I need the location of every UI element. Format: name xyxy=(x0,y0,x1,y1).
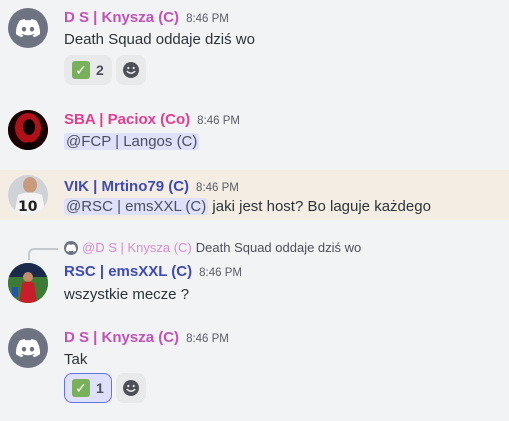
message-header: D S | Knysza (C) 8:46 PM xyxy=(64,9,229,26)
smile-icon xyxy=(122,380,139,396)
avatar[interactable] xyxy=(8,8,48,48)
username[interactable]: D S | Knysza (C) xyxy=(64,9,179,26)
avatar[interactable] xyxy=(8,110,48,150)
discord-logo-icon xyxy=(16,339,40,357)
message-4: RSC | emsXXL (C) 8:46 PM wszystkie mecze… xyxy=(0,258,509,308)
check-mark-icon: ✓ xyxy=(72,61,90,79)
message-text: Tak xyxy=(64,351,88,368)
message-3: 10 VIK | Mrtino79 (C) 8:46 PM @RSC | ems… xyxy=(0,170,509,220)
discord-logo-icon xyxy=(16,19,40,37)
avatar[interactable]: 10 xyxy=(8,175,48,215)
message-1: D S | Knysza (C) 8:46 PM Death Squad odd… xyxy=(0,0,509,90)
reply-preview: Death Squad oddaje dziś wo xyxy=(195,240,362,255)
timestamp[interactable]: 8:46 PM xyxy=(197,115,240,127)
discord-logo-icon xyxy=(64,240,78,255)
reactions-bar: ✓ 1 xyxy=(64,373,146,403)
message-header: SBA | Paciox (Co) 8:46 PM xyxy=(64,111,240,128)
svg-text:10: 10 xyxy=(18,199,38,215)
person-silhouette-icon xyxy=(8,110,48,150)
username[interactable]: D S | Knysza (C) xyxy=(64,329,179,346)
message-header: RSC | emsXXL (C) 8:46 PM xyxy=(64,263,242,280)
reactions-bar: ✓ 2 xyxy=(64,55,146,85)
message-text: @RSC | emsXXL (C) jaki jest host? Bo lag… xyxy=(64,198,431,215)
message-body: jaki jest host? Bo laguje każdego xyxy=(208,198,431,215)
avatar[interactable] xyxy=(8,263,48,303)
message-header: D S | Knysza (C) 8:46 PM xyxy=(64,329,229,346)
message-2: SBA | Paciox (Co) 8:46 PM @FCP | Langos … xyxy=(0,100,509,160)
timestamp[interactable]: 8:46 PM xyxy=(196,182,239,194)
avatar[interactable] xyxy=(8,328,48,368)
add-reaction-button[interactable] xyxy=(115,55,146,85)
message-text: @FCP | Langos (C) xyxy=(64,133,200,150)
reaction-count: 1 xyxy=(96,380,104,396)
reaction-count: 2 xyxy=(96,62,104,78)
player-photo-icon xyxy=(8,263,48,303)
username[interactable]: RSC | emsXXL (C) xyxy=(64,263,192,280)
user-mention[interactable]: @FCP | Langos (C) xyxy=(64,133,200,150)
username[interactable]: SBA | Paciox (Co) xyxy=(64,111,190,128)
message-header: VIK | Mrtino79 (C) 8:46 PM xyxy=(64,178,239,195)
timestamp[interactable]: 8:46 PM xyxy=(186,333,229,345)
add-reaction-button[interactable] xyxy=(115,373,146,403)
message-text: Death Squad oddaje dziś wo xyxy=(64,31,255,48)
player-photo-icon: 10 xyxy=(8,175,48,215)
reply-reference[interactable]: @D S | Knysza (C) Death Squad oddaje dzi… xyxy=(64,240,361,255)
user-mention[interactable]: @RSC | emsXXL (C) xyxy=(64,198,209,215)
check-mark-icon: ✓ xyxy=(72,379,90,397)
message-text: wszystkie mecze ? xyxy=(64,286,190,303)
reaction-check[interactable]: ✓ 1 xyxy=(64,373,112,403)
username[interactable]: VIK | Mrtino79 (C) xyxy=(64,178,189,195)
message-5: D S | Knysza (C) 8:46 PM Tak ✓ 1 xyxy=(0,320,509,415)
timestamp[interactable]: 8:46 PM xyxy=(186,13,229,25)
reply-author[interactable]: @D S | Knysza (C) xyxy=(82,240,192,255)
timestamp[interactable]: 8:46 PM xyxy=(199,267,242,279)
smile-icon xyxy=(122,62,139,78)
reaction-check[interactable]: ✓ 2 xyxy=(64,55,112,85)
